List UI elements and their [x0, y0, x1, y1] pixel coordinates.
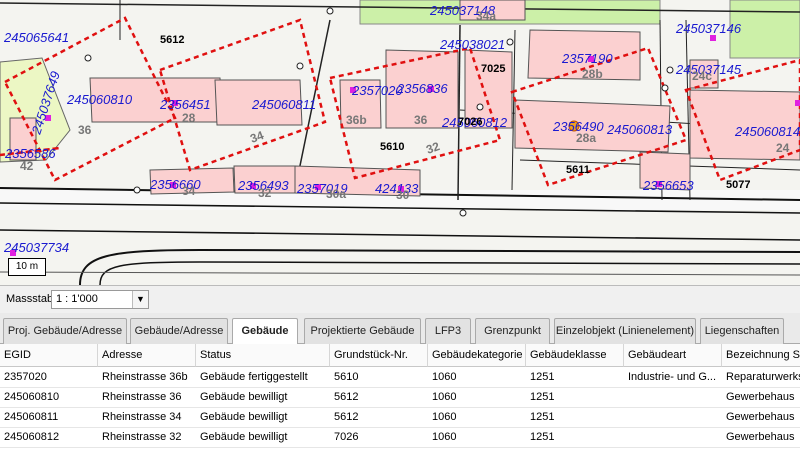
scale-toolbar: Massstab 1 : 1'000 ▼ [0, 285, 800, 313]
table-row[interactable]: 2357020 Rheinstrasse 36b Gebäude fertigges… [0, 368, 800, 388]
table-cell: 1251 [530, 431, 555, 443]
table-cell: Rheinstrasse 34 [102, 411, 182, 423]
parcel-number-label: 7025 [481, 63, 505, 75]
building-id-label: 2356653 [642, 178, 694, 193]
building-id-label: 2356451 [159, 97, 211, 112]
tab-projektierte-gebäude[interactable]: Projektierte Gebäude [304, 318, 421, 344]
table-cell: Gebäude bewilligt [200, 431, 288, 443]
table-cell: 245060810 [4, 391, 60, 403]
table-cell: Rheinstrasse 32 [102, 431, 182, 443]
scale-label: Massstab [6, 293, 54, 305]
tab-bar: Proj. Gebäude/Adresse Gebäude/Adresse Gebä… [0, 313, 800, 345]
scale-select[interactable]: 1 : 1'000 ▼ [51, 290, 149, 309]
house-number-label: 30a [326, 187, 346, 201]
column-header[interactable]: Grundstück-Nr. [330, 344, 428, 367]
parcel-number-label: 5077 [726, 179, 750, 191]
building-id-label: 245065641 [3, 30, 69, 45]
column-header[interactable]: Bezeichnung St [722, 344, 800, 367]
table-cell: 1060 [432, 431, 457, 443]
table-row[interactable]: 245060812 Rheinstrasse 32 Gebäude bewillig… [0, 428, 800, 448]
building-id-label: 245060810 [66, 92, 133, 107]
parcel-number-label: 7026 [458, 116, 482, 128]
tab-einzelobjekt-linienelement-[interactable]: Einzelobjekt (Linienelement) [554, 318, 696, 344]
building-id-label: 245037734 [3, 240, 69, 255]
building-id-label: 245038021 [439, 37, 505, 52]
building-id-label: 245060814 [734, 124, 800, 139]
house-number-label: 34a [476, 9, 496, 23]
table-cell: 1060 [432, 371, 457, 383]
house-number-label: 42 [20, 159, 34, 173]
tab-gebäude-adresse[interactable]: Gebäude/Adresse [130, 318, 228, 344]
house-number-label: 36 [78, 123, 92, 137]
house-number-label: 28 [182, 111, 196, 125]
building-id-label: 2356836 [396, 81, 448, 96]
map-labels: 2450656412450371482450371462450380212357… [3, 3, 800, 255]
table-cell: 5612 [334, 411, 359, 423]
results-table: EGID Adresse Status Grundstück-Nr. Gebäudeka… [0, 344, 800, 449]
column-header[interactable]: Gebäudekategorie [428, 344, 526, 367]
house-number-label: 32 [258, 186, 272, 200]
table-cell [624, 428, 722, 447]
table-cell: 2357020 [4, 371, 47, 383]
table-cell: Gewerbehaus [726, 431, 795, 443]
table-cell: 245060811 [4, 411, 59, 423]
table-cell: 1251 [530, 391, 555, 403]
house-number-label: 24c [692, 69, 712, 83]
map-view[interactable]: 245065641 245037148 245037146 245038021 2357… [0, 0, 800, 285]
house-number-label: 28b [582, 67, 603, 81]
house-number-label: 30 [396, 188, 410, 202]
table-cell: 1060 [432, 391, 457, 403]
house-number-label: 34 [248, 128, 266, 146]
building-id-label: 2357190 [561, 51, 613, 66]
parcel-number-label: 5612 [160, 34, 184, 46]
house-number-label: 28a [576, 131, 596, 145]
table-cell: 5612 [334, 391, 359, 403]
house-number-label: 36b [346, 113, 367, 127]
tab-lfp3[interactable]: LFP3 [425, 318, 471, 344]
table-cell: 1251 [530, 411, 555, 423]
table-row[interactable]: 245060811 Rheinstrasse 34 Gebäude bewillig… [0, 408, 800, 428]
table-row[interactable]: 245060810 Rheinstrasse 36 Gebäude bewillig… [0, 388, 800, 408]
table-cell: 5610 [334, 371, 359, 383]
parcel-number-label: 5610 [380, 141, 404, 153]
table-cell: Gebäude fertiggestellt [200, 371, 308, 383]
table-cell: Rheinstrasse 36 [102, 391, 182, 403]
table-cell: 1060 [432, 411, 457, 423]
building-id-label: 245060811 [251, 97, 316, 112]
table-cell: Reparaturwerks [726, 371, 800, 383]
scale-value: 1 : 1'000 [56, 293, 98, 305]
table-cell [624, 408, 722, 427]
column-header[interactable]: Adresse [98, 344, 196, 367]
house-number-label: 36 [414, 113, 428, 127]
house-number-label: 34 [182, 184, 196, 198]
table-cell: 245060812 [4, 431, 60, 443]
table-cell: Rheinstrasse 36b [102, 371, 188, 383]
table-cell: Gewerbehaus [726, 391, 795, 403]
tab-proj-gebäude-adresse[interactable]: Proj. Gebäude/Adresse [3, 318, 127, 344]
table-cell: Gewerbehaus [726, 411, 795, 423]
building-id-label: 245037649 [28, 69, 63, 136]
tab-grenzpunkt[interactable]: Grenzpunkt [475, 318, 550, 344]
table-cell [624, 388, 722, 407]
house-number-label: 32 [424, 139, 442, 157]
tab-liegenschaften[interactable]: Liegenschaften [700, 318, 784, 344]
parcel-number-label: 5611 [566, 164, 590, 176]
building-id-label: 245060813 [606, 122, 673, 137]
chevron-down-icon[interactable]: ▼ [132, 291, 148, 308]
column-header[interactable]: EGID [0, 344, 98, 367]
house-number-label: 24 [776, 141, 790, 155]
table-cell: Gebäude bewilligt [200, 391, 288, 403]
scale-bar: 10 m [8, 258, 46, 276]
building-id-label: 245037146 [675, 21, 742, 36]
column-header[interactable]: Status [196, 344, 330, 367]
tab-gebäude[interactable]: Gebäude [232, 318, 298, 345]
column-header[interactable]: Gebäudeklasse [526, 344, 624, 367]
column-header[interactable]: Gebäudeart [624, 344, 722, 367]
table-cell: Industrie- und G... [628, 371, 717, 383]
table-cell: Gebäude bewilligt [200, 411, 288, 423]
table-cell: 1251 [530, 371, 555, 383]
building-id-label: 2357020 [351, 83, 403, 98]
table-cell: 7026 [334, 431, 359, 443]
